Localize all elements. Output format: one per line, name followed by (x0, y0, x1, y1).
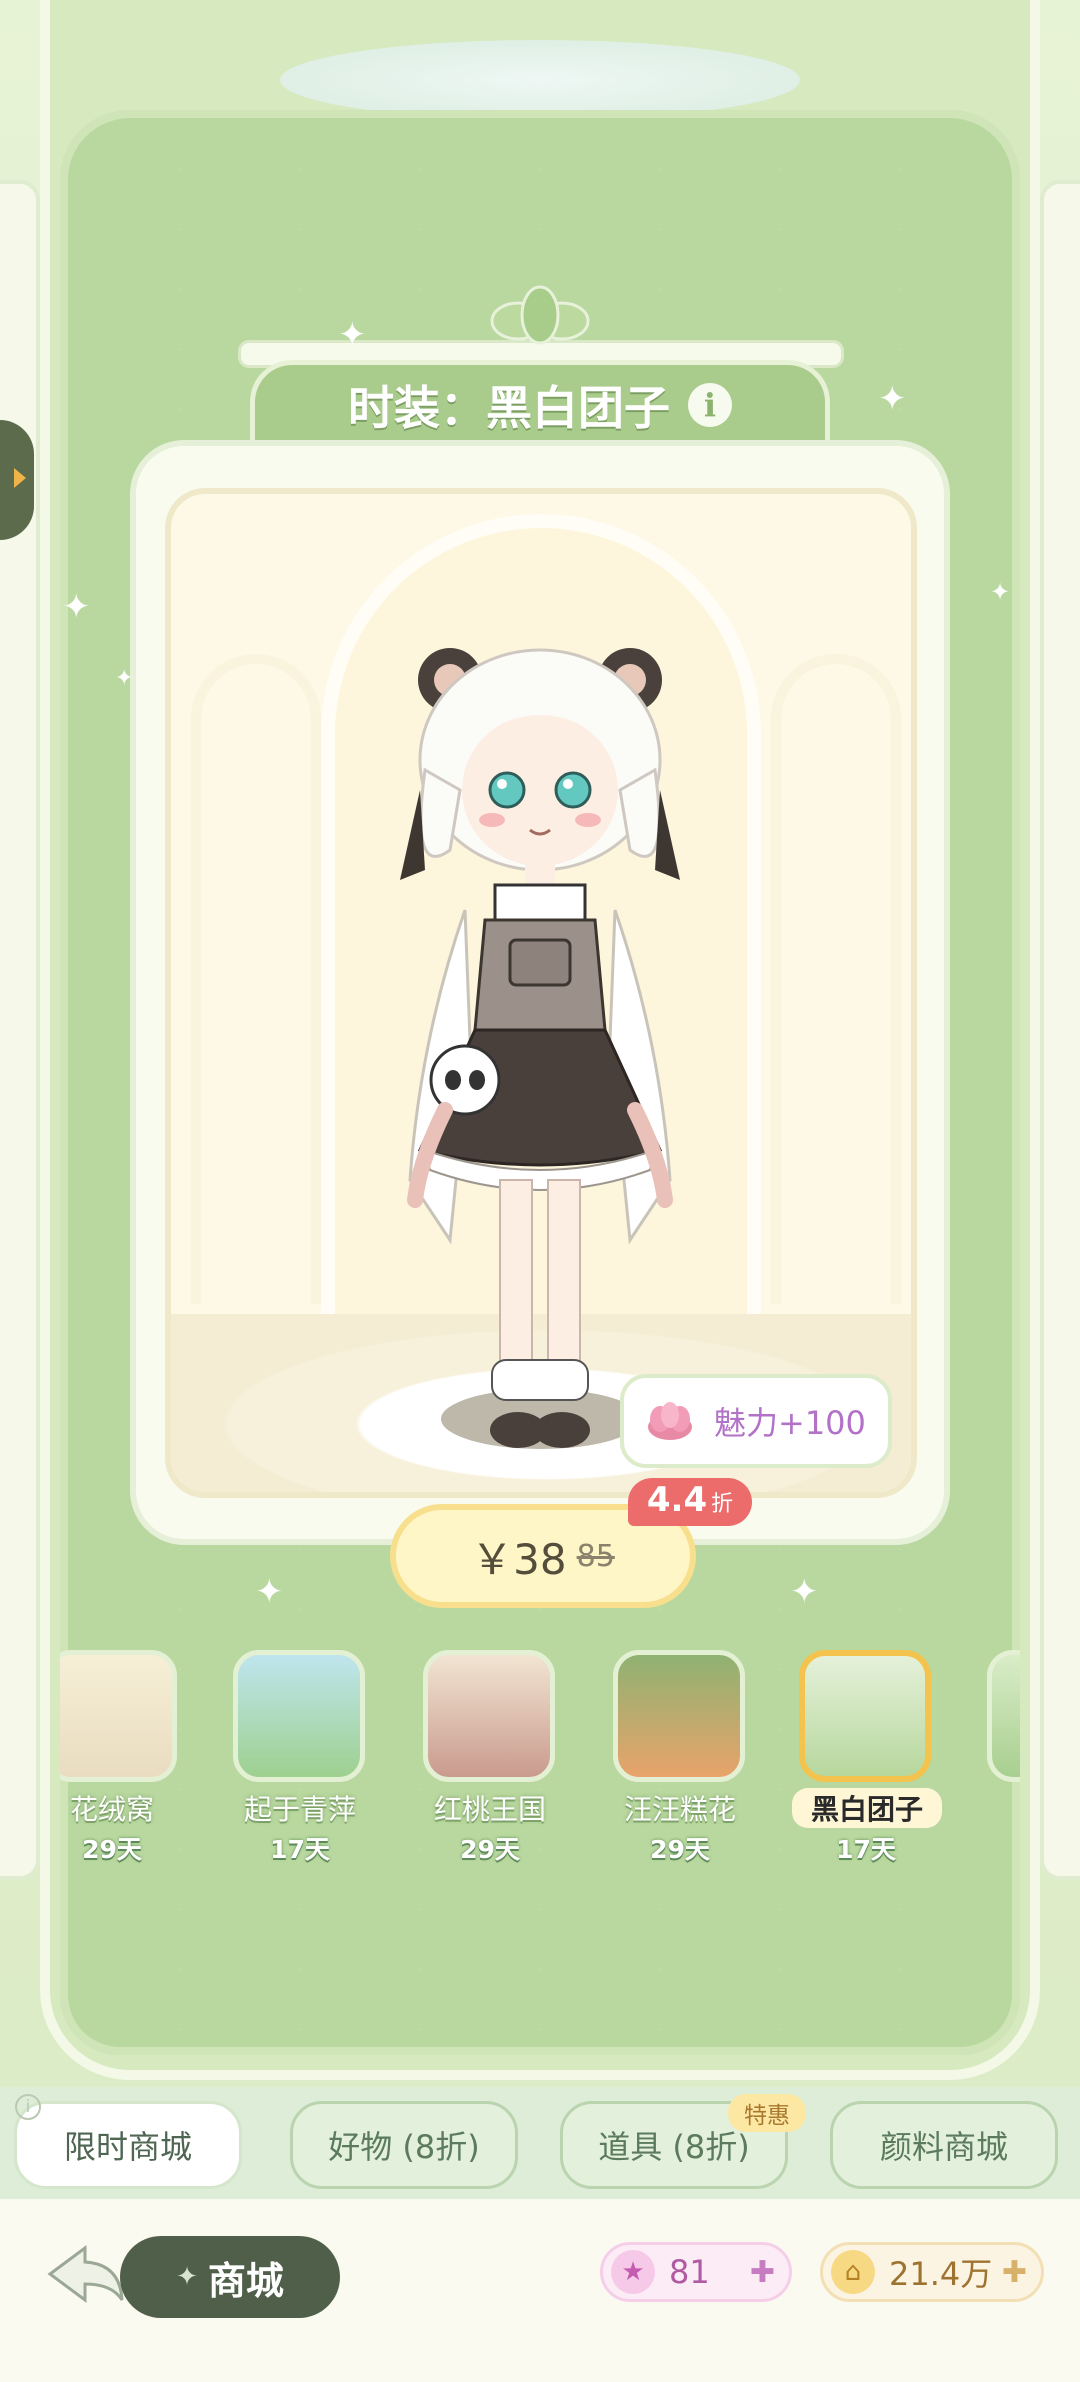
info-icon[interactable]: i (688, 382, 732, 427)
outfit-days: 29天 (460, 1835, 520, 1864)
tab-goods[interactable]: 好物 (8折) (290, 2101, 518, 2189)
info-icon[interactable]: i (15, 2094, 41, 2120)
top-glow (280, 40, 800, 120)
shop-title: 商城 (207, 2258, 284, 2303)
outfit-carousel[interactable]: 花绒窝 29天 起于青萍 17天 红桃王国 29天 汪汪糕花 29天 黑白团子 … (60, 1650, 1020, 1880)
outfit-name: 起于青萍 (243, 1793, 356, 1826)
carousel-item-selected[interactable]: 黑白团子 17天 (784, 1650, 942, 1880)
outfit-thumbnail (423, 1650, 555, 1782)
outfit-name: 花绒窝 (69, 1793, 154, 1826)
charm-value: 魅力+100 (714, 1404, 866, 1442)
sparkle-icon: ✦ (176, 2262, 198, 2292)
outfit-days: 29天 (82, 1835, 142, 1864)
right-pillar (1040, 180, 1080, 1880)
leaf-icon (490, 285, 590, 345)
outfit-thumbnail (233, 1650, 365, 1782)
carousel-item-partial[interactable] (972, 1650, 1020, 1880)
outfit-title-banner: 时装：黑白团子 i (250, 360, 830, 444)
carousel-item[interactable]: 花绒窝 29天 (60, 1650, 180, 1880)
star-icon: ★ (611, 2250, 655, 2294)
coin-count: 21.4万 (889, 2255, 993, 2293)
outfit-thumbnail (613, 1650, 745, 1782)
outfit-name: 红桃王国 (433, 1793, 546, 1826)
outfit-days: 17天 (836, 1835, 896, 1864)
outfit-thumbnail (987, 1650, 1020, 1782)
sparkle-icon: ✦ (878, 379, 907, 419)
outfit-name: 汪汪糕花 (623, 1793, 736, 1826)
outfit-title: 时装：黑白团子 (348, 380, 670, 435)
plus-icon[interactable]: ✚ (750, 2255, 775, 2290)
shop-title-pill: ✦ 商城 (120, 2236, 340, 2318)
special-offer-badge: 特惠 (728, 2094, 806, 2132)
right-arch (771, 654, 901, 1304)
tab-limited-shop[interactable]: 限时商城 (14, 2101, 242, 2189)
sparkle-icon: ✦ (115, 666, 134, 691)
sparkle-icon: ✦ (790, 1572, 819, 1612)
carousel-item[interactable]: 汪汪糕花 29天 (598, 1650, 748, 1880)
back-arrow-icon[interactable] (40, 2240, 130, 2310)
outfit-days: 17天 (270, 1835, 330, 1864)
sparkle-icon: ✦ (62, 587, 91, 627)
carousel-item[interactable]: 起于青萍 17天 (218, 1650, 368, 1880)
sparkle-icon: ✦ (990, 578, 1011, 606)
plus-icon[interactable]: ✚ (1002, 2255, 1027, 2290)
carousel-item[interactable]: 红桃王国 29天 (408, 1650, 558, 1880)
sparkle-icon: ✦ (255, 1572, 284, 1612)
price-original: 85 (576, 1538, 615, 1574)
tab-paint-shop[interactable]: 颜料商城 (830, 2101, 1058, 2189)
discount-unit: 折 (711, 1492, 734, 1517)
price-current: ￥38 (471, 1534, 567, 1584)
star-count: 81 (669, 2253, 710, 2291)
discount-tag: 4.4 折 (628, 1478, 752, 1526)
left-arch (191, 654, 321, 1304)
outfit-days: 29天 (650, 1835, 710, 1864)
coin-icon: ⌂ (831, 2250, 875, 2294)
outfit-thumbnail (60, 1650, 177, 1782)
discount-value: 4.4 (646, 1480, 708, 1520)
charm-badge: 魅力+100 (620, 1374, 892, 1468)
coin-currency[interactable]: ⌂ 21.4万 ✚ (820, 2242, 1044, 2302)
character-figure (400, 648, 680, 1448)
triangle-right-icon (14, 468, 26, 488)
outfit-thumbnail (799, 1650, 931, 1782)
flower-icon (648, 1402, 692, 1440)
sparkle-icon: ✦ (338, 315, 367, 355)
star-currency[interactable]: ★ 81 ✚ (600, 2242, 792, 2302)
outfit-name: 黑白团子 (792, 1788, 942, 1828)
